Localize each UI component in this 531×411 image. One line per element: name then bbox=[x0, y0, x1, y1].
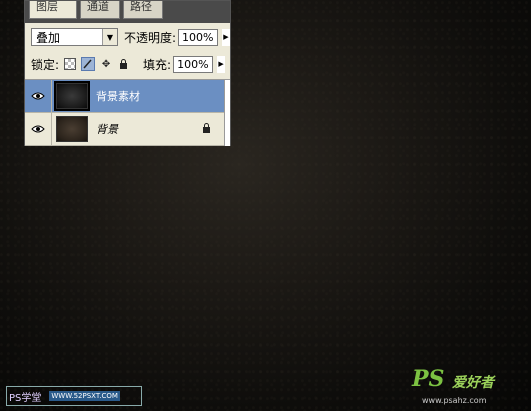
layer-name[interactable]: 背景 bbox=[96, 121, 202, 137]
scrollbar[interactable] bbox=[224, 80, 230, 146]
watermark-ps-label: PS学堂 bbox=[9, 392, 42, 404]
flyout-arrow-icon[interactable]: ▶ bbox=[222, 28, 230, 46]
layers-list: 背景素材 背景 bbox=[25, 79, 230, 146]
watermark-ps-school: PS学堂 WWW.52PSXT.COM bbox=[6, 386, 142, 406]
eye-icon[interactable] bbox=[25, 113, 52, 145]
lock-move-icon[interactable]: ✥ bbox=[100, 58, 112, 70]
layer-thumbnail bbox=[56, 116, 88, 142]
flyout-arrow-icon[interactable]: ▶ bbox=[217, 55, 226, 73]
layers-panel: 图层 × 通道 路径 叠加 ▼ 不透明度: 100% ▶ 锁定: ✥ 填充: 1… bbox=[24, 0, 231, 146]
opacity-label: 不透明度: bbox=[123, 30, 177, 45]
watermark-site-url: WWW.52PSXT.COM bbox=[49, 391, 120, 401]
lock-brush-icon[interactable] bbox=[81, 57, 96, 71]
fill-input[interactable]: 100% bbox=[173, 55, 214, 73]
tab-channels[interactable]: 通道 bbox=[80, 1, 120, 19]
opacity-input[interactable]: 100% bbox=[178, 28, 218, 46]
lock-transparency-icon[interactable] bbox=[64, 58, 77, 70]
tab-layers[interactable]: 图层 × bbox=[29, 1, 77, 19]
blend-mode-value: 叠加 bbox=[36, 30, 61, 45]
watermark-url: www.psahz.com bbox=[422, 396, 487, 405]
eye-icon[interactable] bbox=[25, 80, 52, 112]
layer-thumbnail bbox=[54, 81, 90, 111]
lock-fill-row: 锁定: ✥ 填充: 100% ▶ bbox=[31, 54, 230, 74]
lock-icon bbox=[202, 122, 211, 136]
watermark-logo: PS bbox=[412, 366, 445, 392]
blend-opacity-row: 叠加 ▼ 不透明度: 100% ▶ bbox=[31, 27, 230, 47]
fill-label: 填充: bbox=[143, 57, 172, 72]
layer-row[interactable]: 背景素材 bbox=[25, 80, 225, 113]
blend-mode-select[interactable]: 叠加 ▼ bbox=[31, 28, 118, 46]
dropdown-arrow-icon: ▼ bbox=[101, 29, 117, 45]
layer-name[interactable]: 背景素材 bbox=[96, 88, 225, 104]
layer-row[interactable]: 背景 bbox=[25, 113, 225, 146]
tab-paths[interactable]: 路径 bbox=[123, 1, 163, 19]
watermark-cn-text: 爱好者 bbox=[452, 375, 494, 391]
watermark-ps-fans: PS 爱好者 www.psahz.com bbox=[412, 366, 528, 408]
lock-all-icon[interactable] bbox=[117, 58, 129, 70]
lock-label: 锁定: bbox=[31, 57, 60, 72]
panel-tab-strip: 图层 × 通道 路径 bbox=[25, 1, 230, 23]
